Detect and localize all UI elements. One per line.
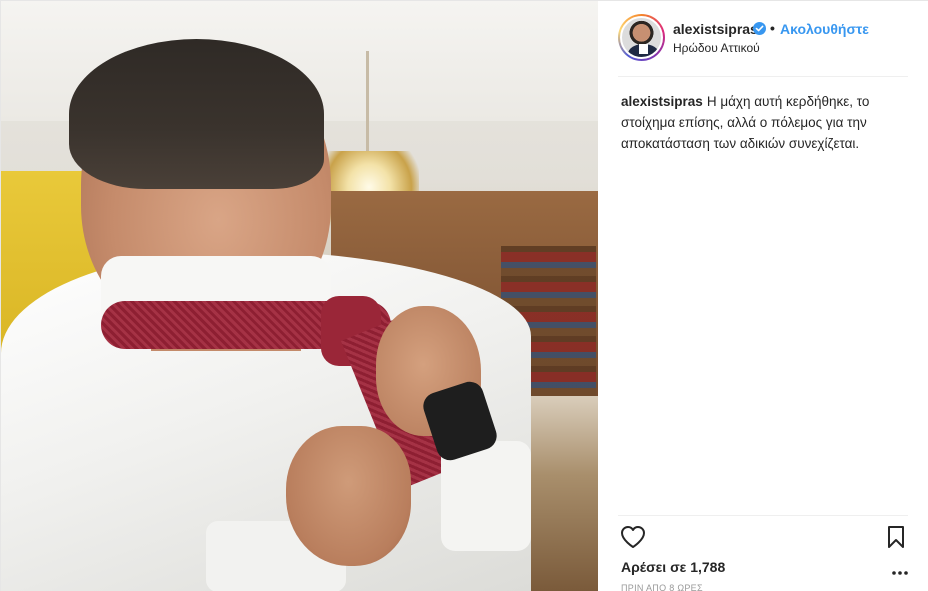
actions-divider: [618, 515, 908, 516]
bookmark-icon[interactable]: [886, 525, 906, 549]
photo-chandelier-rod: [366, 51, 369, 156]
caption-username-link[interactable]: alexistsipras: [621, 94, 703, 109]
location-link[interactable]: Ηρώδου Αττικού: [673, 41, 760, 55]
post-side-panel: alexistsipras • Ακολουθήστε Ηρώδου Αττικ…: [598, 1, 928, 591]
post-photo[interactable]: [1, 1, 598, 591]
photo-left-hand: [286, 426, 411, 566]
avatar-story-ring[interactable]: [618, 14, 665, 61]
heart-icon[interactable]: [620, 525, 646, 549]
more-options-icon[interactable]: [891, 564, 909, 582]
follow-button[interactable]: Ακολουθήστε: [780, 21, 869, 37]
post-timestamp: ΠΡΙΝ ΑΠΟ 8 ΩΡΕΣ: [621, 583, 703, 591]
photo-hair: [69, 39, 324, 189]
header-separator: •: [770, 20, 775, 36]
header-divider: [618, 76, 908, 77]
avatar[interactable]: [620, 16, 663, 59]
post-caption: alexistsipras Η μάχη αυτή κερδήθηκε, το σ…: [621, 91, 911, 154]
instagram-post: alexistsipras • Ακολουθήστε Ηρώδου Αττικ…: [0, 0, 928, 591]
verified-badge-icon: [753, 22, 766, 35]
likes-count[interactable]: Αρέσει σε 1,788: [621, 559, 725, 575]
avatar-collar: [639, 44, 648, 54]
username-link[interactable]: alexistsipras: [673, 21, 758, 37]
post-header: alexistsipras • Ακολουθήστε Ηρώδου Αττικ…: [598, 1, 928, 76]
